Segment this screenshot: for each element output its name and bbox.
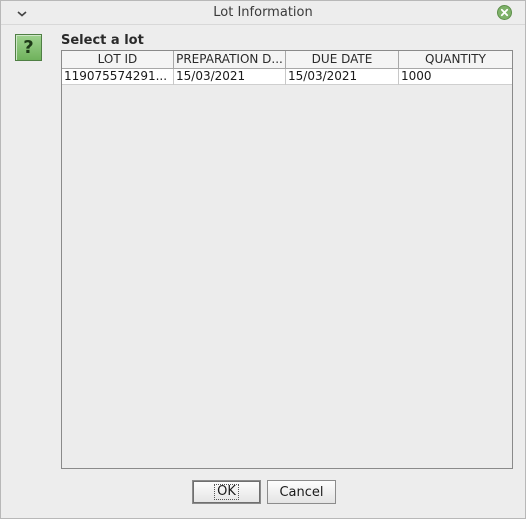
dialog-window: Lot Information ? Select a lot LOT ID PR…: [0, 0, 526, 519]
cell-lot-id[interactable]: 119075574291...: [62, 69, 174, 85]
table-header: LOT ID PREPARATION D... DUE DATE QUANTIT…: [62, 51, 512, 69]
cancel-button-label: Cancel: [279, 484, 324, 500]
column-header-quantity[interactable]: QUANTITY: [399, 51, 512, 69]
prompt-label: Select a lot: [61, 33, 144, 48]
column-header-lot-id[interactable]: LOT ID: [62, 51, 174, 69]
question-glyph: ?: [23, 37, 34, 58]
column-header-due-date[interactable]: DUE DATE: [286, 51, 399, 69]
cell-quantity[interactable]: 1000: [399, 69, 512, 85]
title-bar: Lot Information: [1, 1, 525, 25]
lot-table[interactable]: LOT ID PREPARATION D... DUE DATE QUANTIT…: [61, 50, 513, 469]
table-row[interactable]: 119075574291... 15/03/2021 15/03/2021 10…: [62, 69, 512, 85]
cell-due-date[interactable]: 15/03/2021: [286, 69, 399, 85]
column-header-preparation-date[interactable]: PREPARATION D...: [174, 51, 286, 69]
cell-preparation-date[interactable]: 15/03/2021: [174, 69, 286, 85]
window-title: Lot Information: [213, 5, 313, 20]
ok-button[interactable]: OK: [192, 480, 261, 504]
cancel-button[interactable]: Cancel: [267, 480, 336, 504]
ok-button-label: OK: [214, 484, 239, 500]
question-icon: ?: [15, 34, 42, 61]
close-icon[interactable]: [496, 4, 513, 21]
